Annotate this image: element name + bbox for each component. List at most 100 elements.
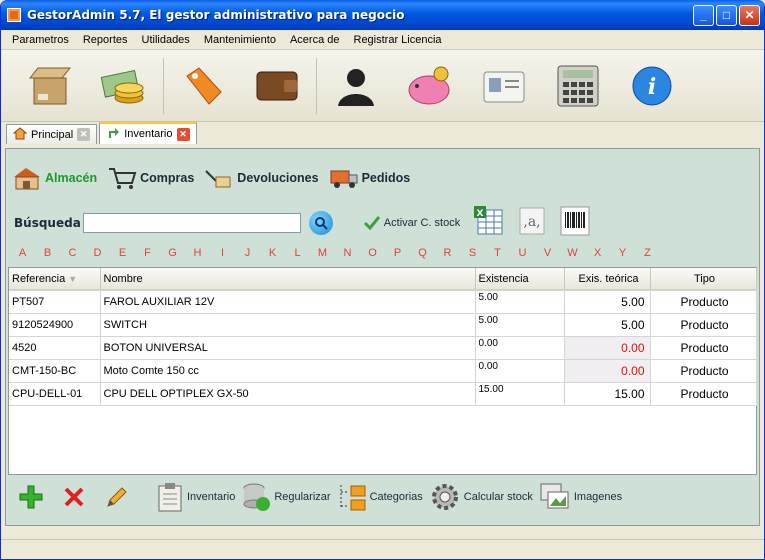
inventory-panel: Almacén Compras Devoluciones Pedidos Bús… [5,148,760,526]
search-row: Búsqueda Activar C. stock X ,a, [14,206,590,239]
plus-icon [19,485,43,509]
text-format-button[interactable]: ,a, [518,206,546,239]
arrow-icon [106,126,120,142]
table-row[interactable]: 9120524900 SWITCH 5.00 5.00 Producto [9,313,757,337]
calcular-stock-button[interactable]: Calcular stock [429,481,533,513]
letter-a[interactable]: A [10,247,35,259]
letter-v[interactable]: V [535,247,560,259]
cell-tipo: Producto [650,290,757,314]
svg-text:X: X [477,209,484,219]
letter-e[interactable]: E [110,247,135,259]
wallet-button[interactable] [240,56,314,116]
letter-l[interactable]: L [285,247,310,259]
delete-button[interactable] [62,485,86,509]
col-exis-teorica[interactable]: Exis. teórica [564,268,651,291]
cell-referencia: CPU-DELL-01 [9,382,101,406]
col-tipo[interactable]: Tipo [650,268,757,291]
col-existencia[interactable]: Existencia [475,268,565,291]
letter-j[interactable]: J [235,247,260,259]
regularizar-button[interactable]: Regularizar [241,482,331,512]
letter-f[interactable]: F [135,247,160,259]
home-icon [12,126,28,143]
alphabet-filter: A B C D E F G H I J K L M N O P Q R S T … [10,247,660,259]
letter-k[interactable]: K [260,247,285,259]
inventario-button[interactable]: Inventario [156,482,235,512]
search-button[interactable] [308,210,333,235]
letter-c[interactable]: C [60,247,85,259]
user-silhouette-icon [338,68,374,106]
tab-label: Principal [31,128,74,141]
close-tab-icon[interactable]: ✕ [77,128,91,141]
table-row[interactable]: 4520 BOTON UNIVERSAL 0.00 0.00 Producto [9,336,757,360]
search-icon [314,216,328,230]
tab-inventario[interactable]: Inventario ✕ [99,122,197,144]
checkmark-icon [363,215,380,230]
menu-mantenimiento[interactable]: Mantenimiento [197,34,283,46]
sort-arrow-icon: ▼ [68,273,78,284]
menu-parametros[interactable]: Parametros [5,34,76,46]
close-button[interactable]: ✕ [739,4,760,26]
letter-z[interactable]: Z [635,247,660,259]
section-bar: Almacén Compras Devoluciones Pedidos [12,165,410,191]
letter-s[interactable]: S [460,247,485,259]
categorias-button[interactable]: Categorias [337,482,423,512]
money-button[interactable] [87,56,161,116]
maximize-button[interactable]: □ [716,4,737,26]
calculator-button[interactable] [541,56,615,116]
letter-g[interactable]: G [160,247,185,259]
user-button[interactable] [319,56,393,116]
letter-u[interactable]: U [510,247,535,259]
letter-w[interactable]: W [560,247,585,259]
letter-y[interactable]: Y [610,247,635,259]
section-pedidos[interactable]: Pedidos [329,165,410,191]
imagenes-button[interactable]: Imagenes [539,482,622,512]
cell-referencia: PT507 [9,290,101,314]
box-button[interactable] [13,56,87,116]
menu-acerca-de[interactable]: Acerca de [283,34,347,46]
search-label: Búsqueda [14,215,81,230]
calculator-icon [557,65,599,106]
letter-t[interactable]: T [485,247,510,259]
section-devoluciones[interactable]: Devoluciones [204,165,319,191]
tab-principal[interactable]: Principal ✕ [6,124,98,144]
letter-q[interactable]: Q [410,247,435,259]
menu-reportes[interactable]: Reportes [76,34,135,46]
edit-button[interactable] [104,484,130,510]
col-referencia[interactable]: Referencia ▼ [9,268,101,291]
money-icon [100,69,144,103]
menu-registrar-licencia[interactable]: Registrar Licencia [347,34,449,46]
cell-nombre: FAROL AUXILIAR 12V [100,290,476,314]
piggy-bank-button[interactable] [393,56,467,116]
add-button[interactable] [18,484,44,510]
barcode-button[interactable] [560,206,590,239]
menu-utilidades[interactable]: Utilidades [135,34,197,46]
info-button[interactable]: i [615,56,689,116]
activate-stock-check[interactable]: Activar C. stock [363,215,460,231]
cell-referencia: CMT-150-BC [9,359,101,383]
letter-i[interactable]: I [210,247,235,259]
section-compras[interactable]: Compras [107,165,194,191]
letter-b[interactable]: B [35,247,60,259]
col-nombre[interactable]: Nombre [100,268,476,291]
section-almacen[interactable]: Almacén [12,165,97,191]
letter-m[interactable]: M [310,247,335,259]
minimize-button[interactable]: _ [693,4,714,26]
letter-p[interactable]: P [385,247,410,259]
letter-o[interactable]: O [360,247,385,259]
cell-existencia: 5.00 [475,313,565,337]
cell-existencia: 0.00 [475,336,565,360]
close-tab-icon[interactable]: ✕ [176,127,190,141]
excel-export-button[interactable]: X [474,206,504,239]
table-row[interactable]: PT507 FAROL AUXILIAR 12V 5.00 5.00 Produ… [9,290,757,314]
status-bar [1,539,764,559]
letter-d[interactable]: D [85,247,110,259]
price-tag-button[interactable] [166,56,240,116]
letter-h[interactable]: H [185,247,210,259]
contact-card-button[interactable] [467,56,541,116]
table-row[interactable]: CMT-150-BC Moto Comte 150 cc 0.00 0.00 P… [9,359,757,383]
letter-n[interactable]: N [335,247,360,259]
letter-r[interactable]: R [435,247,460,259]
letter-x[interactable]: X [585,247,610,259]
search-input[interactable] [82,212,301,233]
table-row[interactable]: CPU-DELL-01 CPU DELL OPTIPLEX GX-50 15.0… [9,382,757,406]
